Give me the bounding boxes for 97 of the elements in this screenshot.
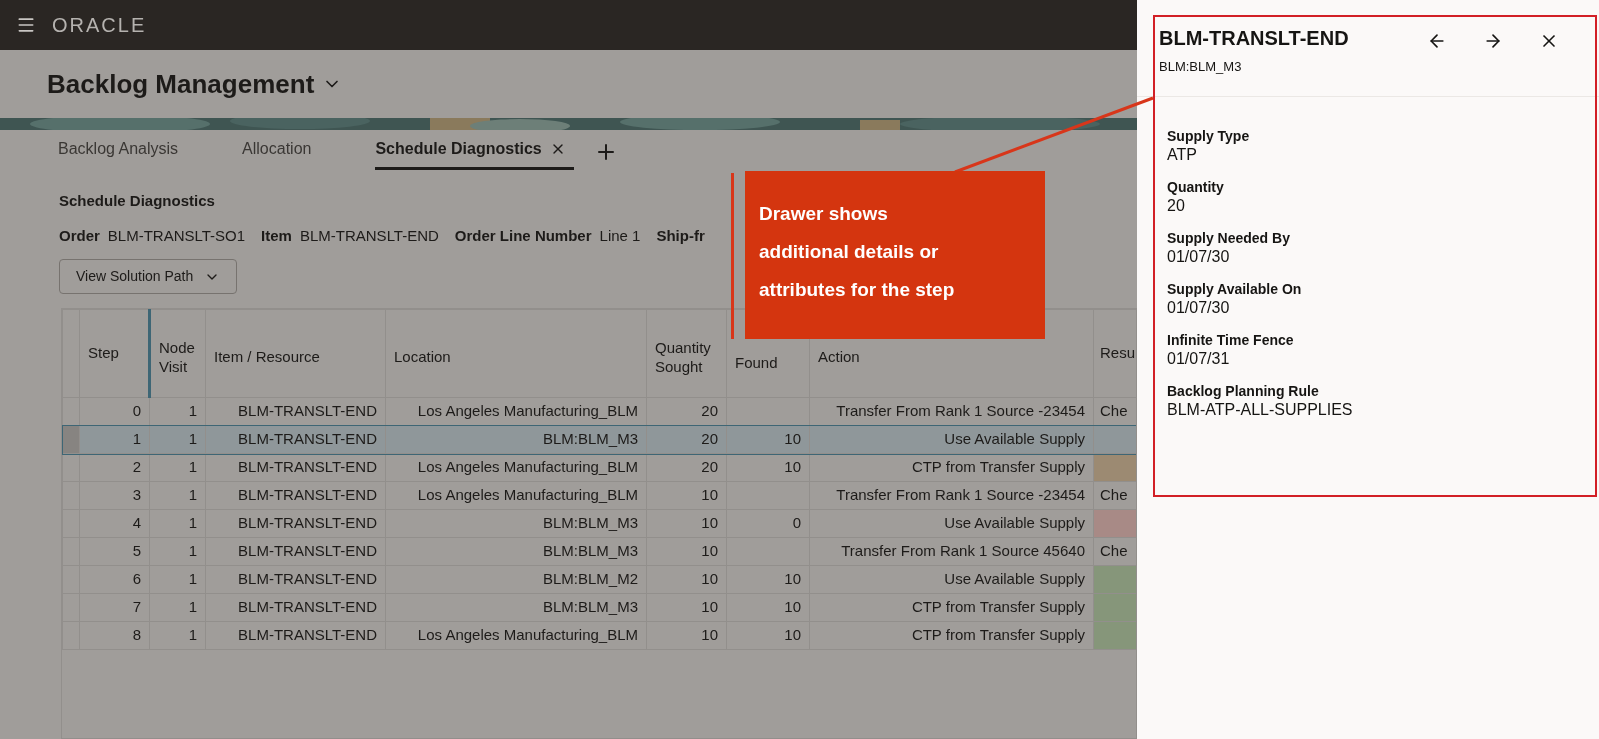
field-value: BLM-ATP-ALL-SUPPLIES [1167,400,1354,420]
table-row[interactable]: 6 1 BLM-TRANSLT-END BLM:BLM_M2 10 10 Use Available Supply [62,565,1136,594]
table-cell: BLM-TRANSLT-END [205,565,386,594]
table-cell: 2 [79,453,150,482]
table-cell: BLM:BLM_M3 [385,425,647,454]
table-cell: Use Available Supply [809,425,1094,454]
table-cell: 1 [149,565,206,594]
table-cell: BLM:BLM_M3 [385,537,647,566]
table-cell: Use Available Supply [809,565,1094,594]
table-cell: Los Angeles Manufacturing_BLM [385,481,647,510]
column-header[interactable]: Step [79,309,150,398]
table-cell: BLM-TRANSLT-END [205,425,386,454]
field-label: Supply Type [1167,127,1251,145]
section-title: Schedule Diagnostics [59,191,216,211]
table-cell: CTP from Transfer Supply [809,593,1094,622]
table-cell: BLM-TRANSLT-END [205,593,386,622]
table-cell: 10 [726,593,810,622]
table-row[interactable]: 5 1 BLM-TRANSLT-END BLM:BLM_M3 10 Transfer From Rank 1 Source 45640 Che [62,537,1136,566]
table-cell: 8 [79,621,150,650]
field-label: Infinite Time Fence [1167,331,1295,349]
field-label: Order Line Number [454,225,592,246]
tab[interactable]: Allocation [242,137,312,170]
table-cell: BLM-TRANSLT-END [205,481,386,510]
table-cell: 1 [149,537,206,566]
table-cell: 10 [646,509,727,538]
table-row[interactable]: 7 1 BLM-TRANSLT-END BLM:BLM_M3 10 10 CTP from Transfer Supply [62,593,1136,622]
table-cell: BLM:BLM_M3 [385,509,647,538]
table-cell: Transfer From Rank 1 Source -23454 [809,481,1094,510]
tab[interactable]: Backlog Analysis [58,137,179,170]
table-cell: 10 [646,621,727,650]
field-label: Quantity [1167,178,1225,196]
field-label: Order [59,225,100,246]
table-cell: 10 [726,565,810,594]
logo: ORACLE [52,13,147,38]
table-row[interactable]: 2 1 BLM-TRANSLT-END Los Angeles Manufacturing_BLM 20 10 CTP from Transfer Supply [62,453,1136,482]
table-row[interactable]: 3 1 BLM-TRANSLT-END Los Angeles Manufacturing_BLM 10 Transfer From Rank 1 Source -23454 Che [62,481,1136,510]
table-cell: BLM-TRANSLT-END [205,509,386,538]
table-cell: CTP from Transfer Supply [809,621,1094,650]
table-cell: 4 [79,509,150,538]
field-value: 20 [1167,196,1186,216]
field-value: BLM-TRANSLT-SO1 [107,225,246,246]
menu-icon[interactable] [16,15,36,35]
table-row[interactable]: 4 1 BLM-TRANSLT-END BLM:BLM_M3 10 0 Use Available Supply [62,509,1136,538]
table-cell: 10 [726,453,810,482]
table-cell: 3 [79,481,150,510]
callout-tooltip: Drawer shows additional details or attributes for the step [745,171,1045,339]
table-cell: 20 [646,453,727,482]
table-cell: BLM-TRANSLT-END [205,537,386,566]
table-cell: 1 [149,509,206,538]
field-value: ATP [1167,145,1198,165]
table-cell: BLM-TRANSLT-END [205,621,386,650]
table-cell: Transfer From Rank 1 Source 45640 [809,537,1094,566]
table-cell: 10 [726,425,810,454]
table-cell: CTP from Transfer Supply [809,453,1094,482]
drawer-title: BLM-TRANSLT-END [1159,26,1349,51]
drawer-subtitle: BLM:BLM_M3 [1159,58,1243,76]
table-cell: 10 [646,537,727,566]
field-value: 01/07/30 [1167,298,1231,318]
field-value: Line 1 [599,225,641,246]
table-cell: BLM-TRANSLT-END [205,453,386,482]
table-cell: 10 [646,593,727,622]
table-cell: 1 [149,453,206,482]
column-header[interactable]: Quantity Sought [646,309,727,398]
field-label: Ship-fr [656,225,705,246]
field-label: Supply Available On [1167,280,1303,298]
table-cell: 0 [726,509,810,538]
view-solution-path-button[interactable]: View Solution Path [59,259,237,294]
field-label: Supply Needed By [1167,229,1291,247]
table-cell: Use Available Supply [809,509,1094,538]
table-cell: 7 [79,593,150,622]
page-title: Backlog Management [47,67,315,101]
field-label: Item [261,225,292,246]
table-cell: 10 [646,565,727,594]
table-cell: 1 [149,621,206,650]
table-row[interactable]: 8 1 BLM-TRANSLT-END Los Angeles Manufacturing_BLM 10 10 CTP from Transfer Supply [62,621,1136,650]
table-row[interactable]: 1 1 BLM-TRANSLT-END BLM:BLM_M3 20 10 Use Available Supply [62,425,1136,454]
table-cell: BLM:BLM_M3 [385,593,647,622]
column-header[interactable]: Location [385,309,647,398]
field-value: BLM-TRANSLT-END [299,225,439,246]
table-cell: BLM:BLM_M2 [385,565,647,594]
field-value: 01/07/31 [1167,349,1231,369]
field-label: Backlog Planning Rule [1167,382,1320,400]
table-cell: 20 [646,425,727,454]
table-cell: 10 [646,481,727,510]
column-header[interactable]: Item / Resource [205,309,386,398]
table-cell: 6 [79,565,150,594]
table-cell: 1 [149,593,206,622]
field-value: 01/07/30 [1167,247,1231,267]
table-cell: Los Angeles Manufacturing_BLM [385,621,647,650]
table-cell: 1 [149,481,206,510]
table-cell: 1 [79,425,150,454]
tab[interactable]: Schedule Diagnostics [375,137,574,170]
table-cell: 5 [79,537,150,566]
table-cell: 10 [726,621,810,650]
column-header[interactable]: Node Visit [149,309,206,398]
table-cell: 1 [149,425,206,454]
table-cell: Los Angeles Manufacturing_BLM [385,453,647,482]
